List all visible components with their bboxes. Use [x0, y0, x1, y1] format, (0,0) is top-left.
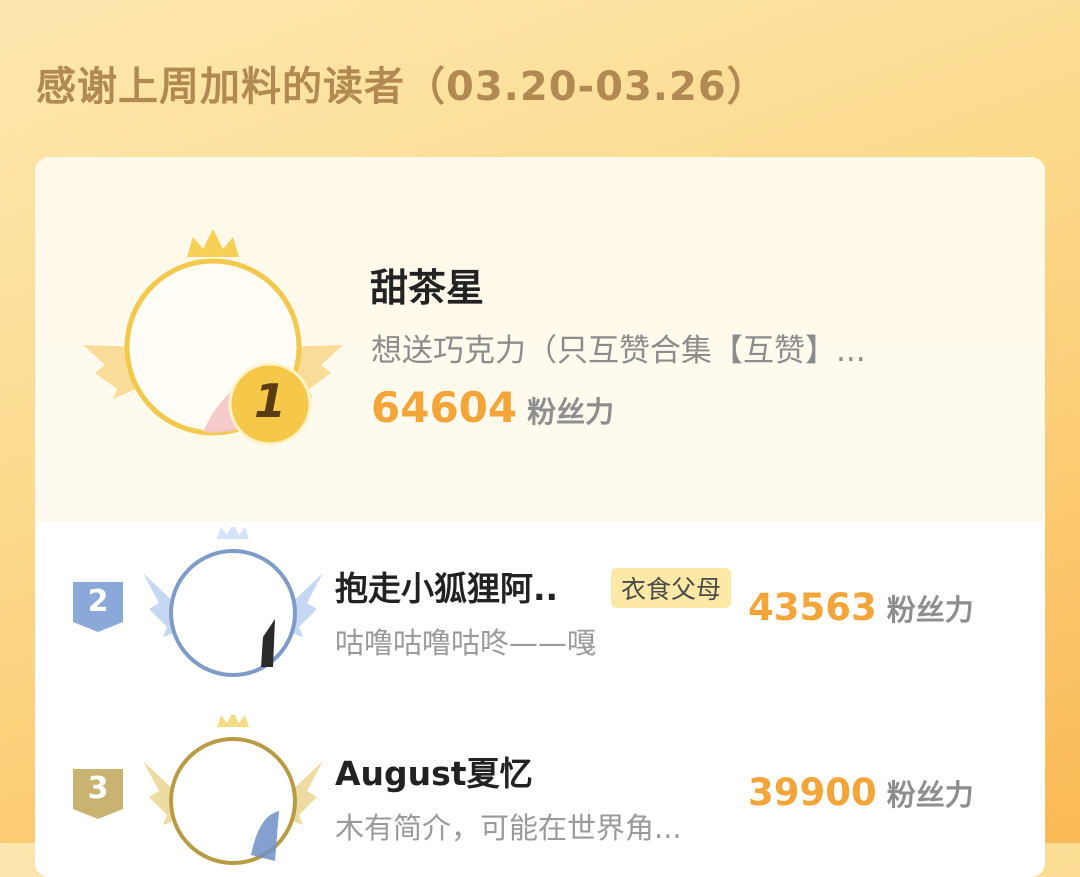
- score-value: 43563: [748, 586, 877, 629]
- rank1-name[interactable]: 甜茶星: [370, 257, 484, 312]
- rank1-medal-number: 1: [253, 374, 286, 428]
- rank3-avatar-frame[interactable]: [143, 711, 323, 875]
- leaderboard-row-3[interactable]: 3 August夏忆 木有简介，可能在世界角... 39900 粉丝力: [35, 707, 1045, 867]
- score-value: 39900: [748, 771, 877, 814]
- rank1-score: 64604 粉丝力: [371, 383, 614, 432]
- rank-badge-number: 2: [87, 584, 109, 619]
- rank3-score: 39900 粉丝力: [748, 771, 974, 814]
- rank3-name[interactable]: August夏忆: [335, 747, 533, 795]
- rank2-avatar-frame[interactable]: [143, 523, 323, 687]
- status-badge: 衣食父母: [611, 568, 732, 608]
- page-title: 感谢上周加料的读者（03.20-03.26）: [36, 64, 768, 110]
- rank-badge-number: 3: [87, 771, 109, 806]
- rank-badge-2: 2: [71, 580, 125, 634]
- score-unit: 粉丝力: [886, 593, 974, 627]
- rank2-score: 43563 粉丝力: [748, 586, 974, 629]
- score-value: 64604: [371, 383, 518, 432]
- rank1-bio: 想送巧克力（只互赞合集【互赞】...: [371, 333, 866, 369]
- leaderboard-card: 1 甜茶星 想送巧克力（只互赞合集【互赞】... 64604 粉丝力 2 抱走小狐…: [35, 157, 1045, 877]
- rank2-bio: 咕噜咕噜咕咚——嘎: [335, 626, 597, 660]
- rank1-avatar-frame[interactable]: 1: [83, 217, 343, 457]
- score-unit: 粉丝力: [527, 395, 615, 429]
- rank3-bio: 木有简介，可能在世界角...: [335, 811, 682, 845]
- top-reader-section[interactable]: 1 甜茶星 想送巧克力（只互赞合集【互赞】... 64604 粉丝力: [35, 157, 1045, 522]
- score-unit: 粉丝力: [886, 778, 974, 812]
- rank2-name[interactable]: 抱走小狐狸阿..: [335, 562, 558, 610]
- rank-badge-3: 3: [71, 767, 125, 821]
- leaderboard-row-2[interactable]: 2 抱走小狐狸阿.. 衣食父母 咕噜咕噜咕咚——嘎 43563 粉丝力: [35, 522, 1045, 682]
